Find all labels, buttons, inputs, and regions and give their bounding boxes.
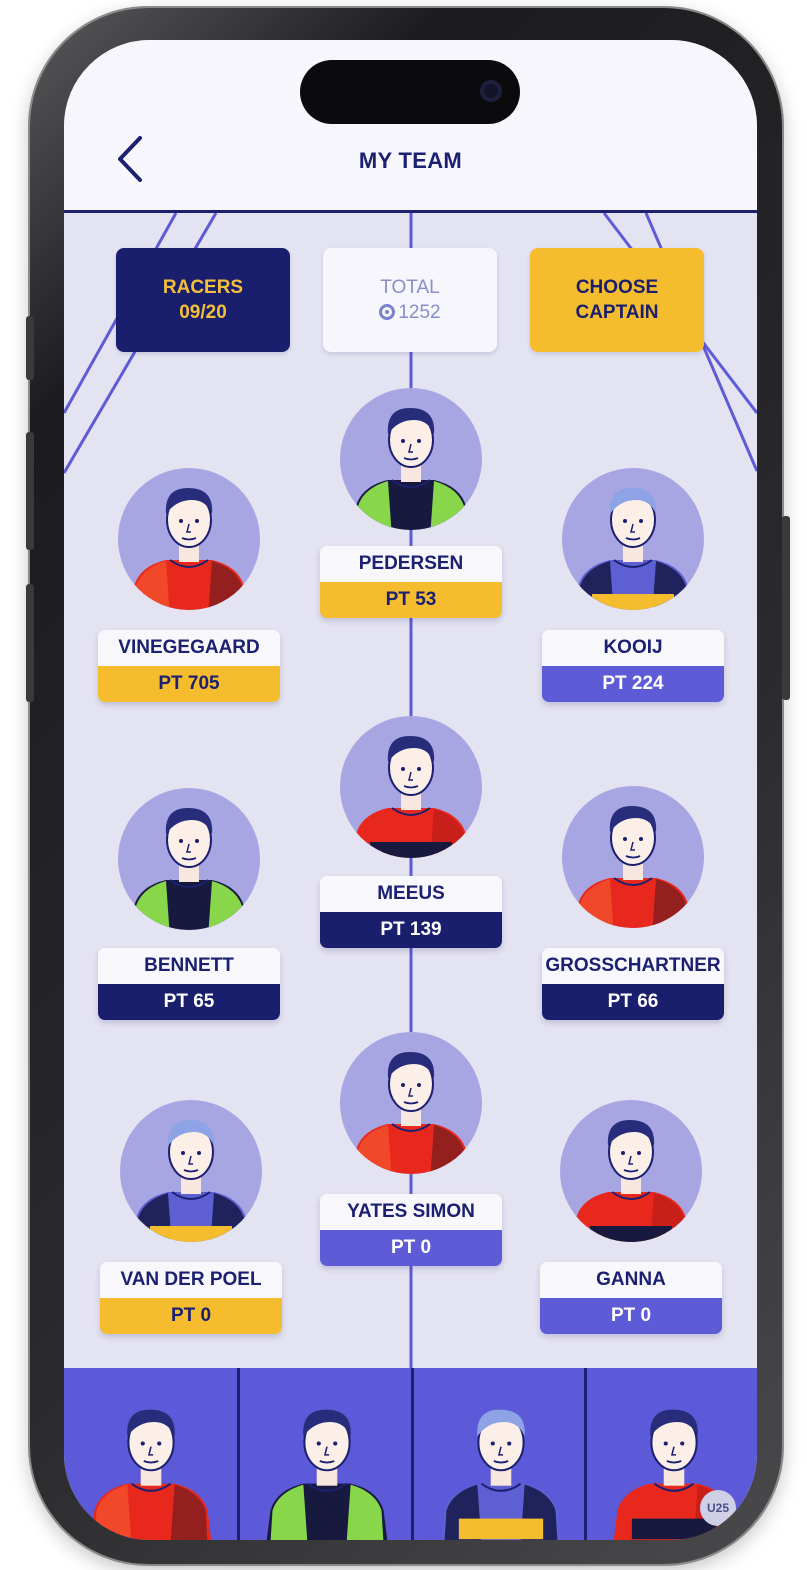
rider-label: VINEGEGAARD PT 705 <box>98 630 280 702</box>
rider-avatar <box>118 468 260 610</box>
total-label: TOTAL <box>380 277 440 298</box>
dynamic-island <box>300 60 520 124</box>
rider-name: MEEUS <box>320 876 502 912</box>
rider-points: PT 65 <box>98 984 280 1020</box>
rider-points: PT 53 <box>320 582 502 618</box>
rider-avatar <box>340 1032 482 1174</box>
app-screen: MY TEAM RACERS 09/20 TOTAL 1252 CHOOSE C… <box>64 40 757 1540</box>
rider-avatar <box>340 716 482 858</box>
bench-rider-avatar <box>254 1372 400 1540</box>
total-points-card: TOTAL 1252 <box>323 248 497 352</box>
rider-avatar <box>120 1100 262 1242</box>
bench-rider-avatar <box>428 1372 574 1540</box>
bench-slot-1[interactable] <box>64 1368 237 1540</box>
u25-badge: U25 <box>700 1490 736 1526</box>
rider-name: YATES SIMON <box>320 1194 502 1230</box>
rider-card-kooij[interactable]: KOOIJ PT 224 <box>542 468 724 702</box>
rider-name: BENNETT <box>98 948 280 984</box>
camera-icon <box>480 80 502 102</box>
racers-label: RACERS <box>162 277 244 298</box>
rider-label: KOOIJ PT 224 <box>542 630 724 702</box>
side-button-volume-down <box>26 584 34 702</box>
rider-points: PT 224 <box>542 666 724 702</box>
rider-avatar <box>118 788 260 930</box>
bench-rider-avatar <box>78 1372 224 1540</box>
rider-avatar <box>560 1100 702 1242</box>
bench-slot-2[interactable] <box>237 1368 410 1540</box>
rider-label: PEDERSEN PT 53 <box>320 546 502 618</box>
rider-label: GROSSCHARTNER PT 66 <box>542 948 724 1020</box>
rider-points: PT 0 <box>320 1230 502 1266</box>
bench-bar <box>64 1368 757 1540</box>
rider-label: GANNA PT 0 <box>540 1262 722 1334</box>
rider-name: GROSSCHARTNER <box>542 948 724 984</box>
page-title: MY TEAM <box>358 148 463 173</box>
racers-value: 09/20 <box>179 302 227 323</box>
choose-captain-button[interactable]: CHOOSE CAPTAIN <box>530 248 704 352</box>
rider-card-pedersen[interactable]: PEDERSEN PT 53 <box>320 388 502 618</box>
rider-card-ganna[interactable]: GANNA PT 0 <box>540 1100 722 1334</box>
rider-label: VAN DER POEL PT 0 <box>100 1262 282 1334</box>
rider-label: BENNETT PT 65 <box>98 948 280 1020</box>
rider-name: VAN DER POEL <box>100 1262 282 1298</box>
bench-slot-3[interactable] <box>410 1368 584 1540</box>
rider-avatar <box>562 468 704 610</box>
rider-name: KOOIJ <box>542 630 724 666</box>
total-value: 1252 <box>398 302 441 323</box>
rider-avatar <box>340 388 482 530</box>
rider-label: MEEUS PT 139 <box>320 876 502 948</box>
rider-name: PEDERSEN <box>320 546 502 582</box>
side-button-volume-up <box>26 432 34 550</box>
rider-points: PT 139 <box>320 912 502 948</box>
coin-icon <box>379 304 396 320</box>
captain-label-line2: CAPTAIN <box>575 302 659 323</box>
rider-points: PT 705 <box>98 666 280 702</box>
rider-points: PT 0 <box>540 1298 722 1334</box>
rider-card-meeus[interactable]: MEEUS PT 139 <box>320 716 502 948</box>
rider-points: PT 66 <box>542 984 724 1020</box>
rider-label: YATES SIMON PT 0 <box>320 1194 502 1266</box>
rider-card-van-der-poel[interactable]: VAN DER POEL PT 0 <box>100 1100 282 1334</box>
rider-card-vinegegaard[interactable]: VINEGEGAARD PT 705 <box>98 468 280 702</box>
rider-points: PT 0 <box>100 1298 282 1334</box>
side-button-silent <box>26 316 34 380</box>
captain-label-line1: CHOOSE <box>575 277 659 298</box>
racers-count-card: RACERS 09/20 <box>116 248 290 352</box>
rider-card-yates-simon[interactable]: YATES SIMON PT 0 <box>320 1032 502 1266</box>
rider-card-grosschartner[interactable]: GROSSCHARTNER PT 66 <box>542 786 724 1020</box>
rider-avatar <box>562 786 704 928</box>
rider-name: VINEGEGAARD <box>98 630 280 666</box>
rider-name: GANNA <box>540 1262 722 1298</box>
side-button-power <box>782 516 790 700</box>
rider-card-bennett[interactable]: BENNETT PT 65 <box>98 788 280 1020</box>
